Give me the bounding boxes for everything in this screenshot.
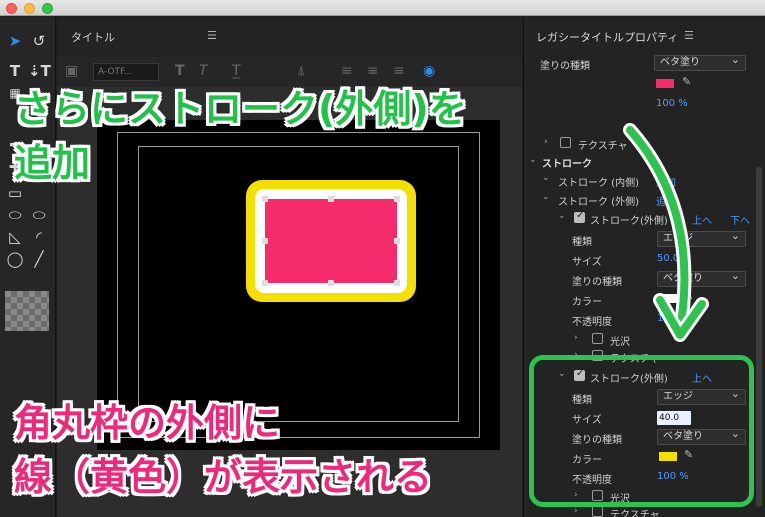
stroke1-kind-dropdown[interactable]: エッジ [657,229,746,247]
annotation-top-line2: 追加 [14,141,91,185]
align-left-icon[interactable]: ≡ [341,63,353,79]
annotation-bottom-line1: 角丸枠の外側に [14,401,281,445]
stroke-section-label[interactable]: ストローク [542,155,592,170]
chevron-right-icon[interactable]: › [574,333,578,343]
eyedropper-icon[interactable]: ✎ [684,290,693,303]
inner-stroke-add-link[interactable]: 追加 [656,174,676,189]
resize-handle[interactable] [262,238,268,244]
show-background-video-icon[interactable]: ◉ [423,63,435,79]
italic-icon[interactable]: T [199,63,208,79]
fill-opacity-value[interactable]: 100 % [656,98,688,109]
chevron-right-icon[interactable]: › [544,137,548,147]
chevron-down-icon[interactable]: ⌄ [529,155,537,165]
annotation-bottom-line2: 線（黄色）が表示される [14,455,433,499]
fill-type-label: 塗りの種類 [540,61,590,72]
style-swatch-preview[interactable] [5,291,49,331]
stroke1-label: ストローク(外側) [590,216,668,227]
stroke1-down-link[interactable]: 下へ [730,212,750,227]
stroke1-gloss-checkbox[interactable] [592,333,603,344]
stroke2-texture-label: テクスチャ [610,510,660,517]
vertical-type-tool-icon[interactable]: ⇣T [28,61,51,81]
texture-label: テクスチャ [578,141,628,152]
resize-handle[interactable] [328,280,334,286]
kerning-icon[interactable]: ⍋ [297,63,305,79]
align-right-icon[interactable]: ≡ [393,63,405,79]
stroke1-gloss-label: 光沢 [610,337,630,348]
wedge-tool-icon[interactable]: ◺ [4,227,26,247]
stroke1-opacity-value[interactable]: 100 % [657,313,689,324]
bold-icon[interactable]: T [175,63,185,79]
line-tool-icon[interactable]: ╱ [28,249,50,269]
annotation-top: さらにストローク(外側)を 追加 [14,82,467,190]
rounded-rectangle-shape[interactable] [262,196,400,286]
hamburger-icon[interactable]: ☰ [684,29,694,42]
properties-panel-title[interactable]: レガシータイトルプロパティ [536,29,678,45]
properties-scrollbar[interactable] [756,167,762,507]
inner-stroke-label: ストローク (内側) [558,178,639,189]
stroke1-opacity-label: 不透明度 [572,317,612,328]
stroke1-size-value[interactable]: 50.0 [657,253,679,264]
chevron-down-icon[interactable]: ⌄ [558,211,566,221]
stroke1-color-label: カラー [572,297,602,308]
outer-stroke-yellow[interactable] [246,180,416,302]
zoom-window-button[interactable] [42,3,53,14]
eyedropper-icon[interactable]: ✎ [682,75,691,88]
font-family-select[interactable]: A-OTF... [93,63,159,81]
stroke1-enable-checkbox[interactable] [574,210,585,223]
texture-checkbox[interactable] [560,137,571,148]
film-icon[interactable]: ▣ [65,63,78,79]
minimize-window-button[interactable] [24,3,35,14]
stroke1-kind-label: 種類 [572,237,592,248]
outer-stroke-label: ストローク (外側) [558,197,639,208]
outer-stroke-white [255,189,407,293]
stroke1-size-label: サイズ [572,257,602,268]
stroke2-texture-checkbox[interactable] [592,506,603,517]
arc-tool-icon[interactable]: ◜ [28,227,50,247]
chevron-right-icon[interactable]: › [574,506,578,516]
highlight-box [529,355,754,507]
title-panel-tab[interactable]: タイトル [71,29,115,45]
annotation-top-line1: さらにストローク(外側)を [14,87,467,131]
resize-handle[interactable] [394,196,400,202]
outer-stroke-add-link[interactable]: 追加 [656,193,676,208]
chevron-down-icon[interactable]: ⌄ [542,173,550,183]
chevron-down-icon[interactable]: ⌄ [542,192,550,202]
selection-tool-icon[interactable]: ➤ [4,31,26,51]
stroke1-fill-type-label: 塗りの種類 [572,277,622,288]
rounded-rectangle-tool-icon[interactable]: ⬭ [4,205,26,225]
fill-color-swatch[interactable] [656,79,674,88]
hamburger-icon[interactable]: ☰ [207,29,217,42]
stroke1-color-swatch[interactable] [659,294,677,303]
font-size-icon[interactable]: T̲ [232,63,241,79]
resize-handle[interactable] [262,196,268,202]
align-center-icon[interactable]: ≡ [367,63,379,79]
fill-type-dropdown[interactable]: ベタ塗り [654,53,746,71]
resize-handle[interactable] [262,280,268,286]
window-titlebar [0,0,765,16]
stroke1-fill-type-dropdown[interactable]: ベタ塗り [657,269,746,287]
annotation-bottom: 角丸枠の外側に 線（黄色）が表示される [14,396,432,504]
clipped-rectangle-tool-icon[interactable]: ⬭ [28,205,50,225]
ellipse-tool-icon[interactable]: ◯ [4,249,26,269]
type-tool-icon[interactable]: T [4,61,26,81]
stroke1-up-link[interactable]: 上へ [692,212,712,227]
close-window-button[interactable] [6,3,17,14]
resize-handle[interactable] [394,238,400,244]
resize-handle[interactable] [328,196,334,202]
resize-handle[interactable] [394,280,400,286]
rotate-tool-icon[interactable]: ↺ [28,31,50,51]
